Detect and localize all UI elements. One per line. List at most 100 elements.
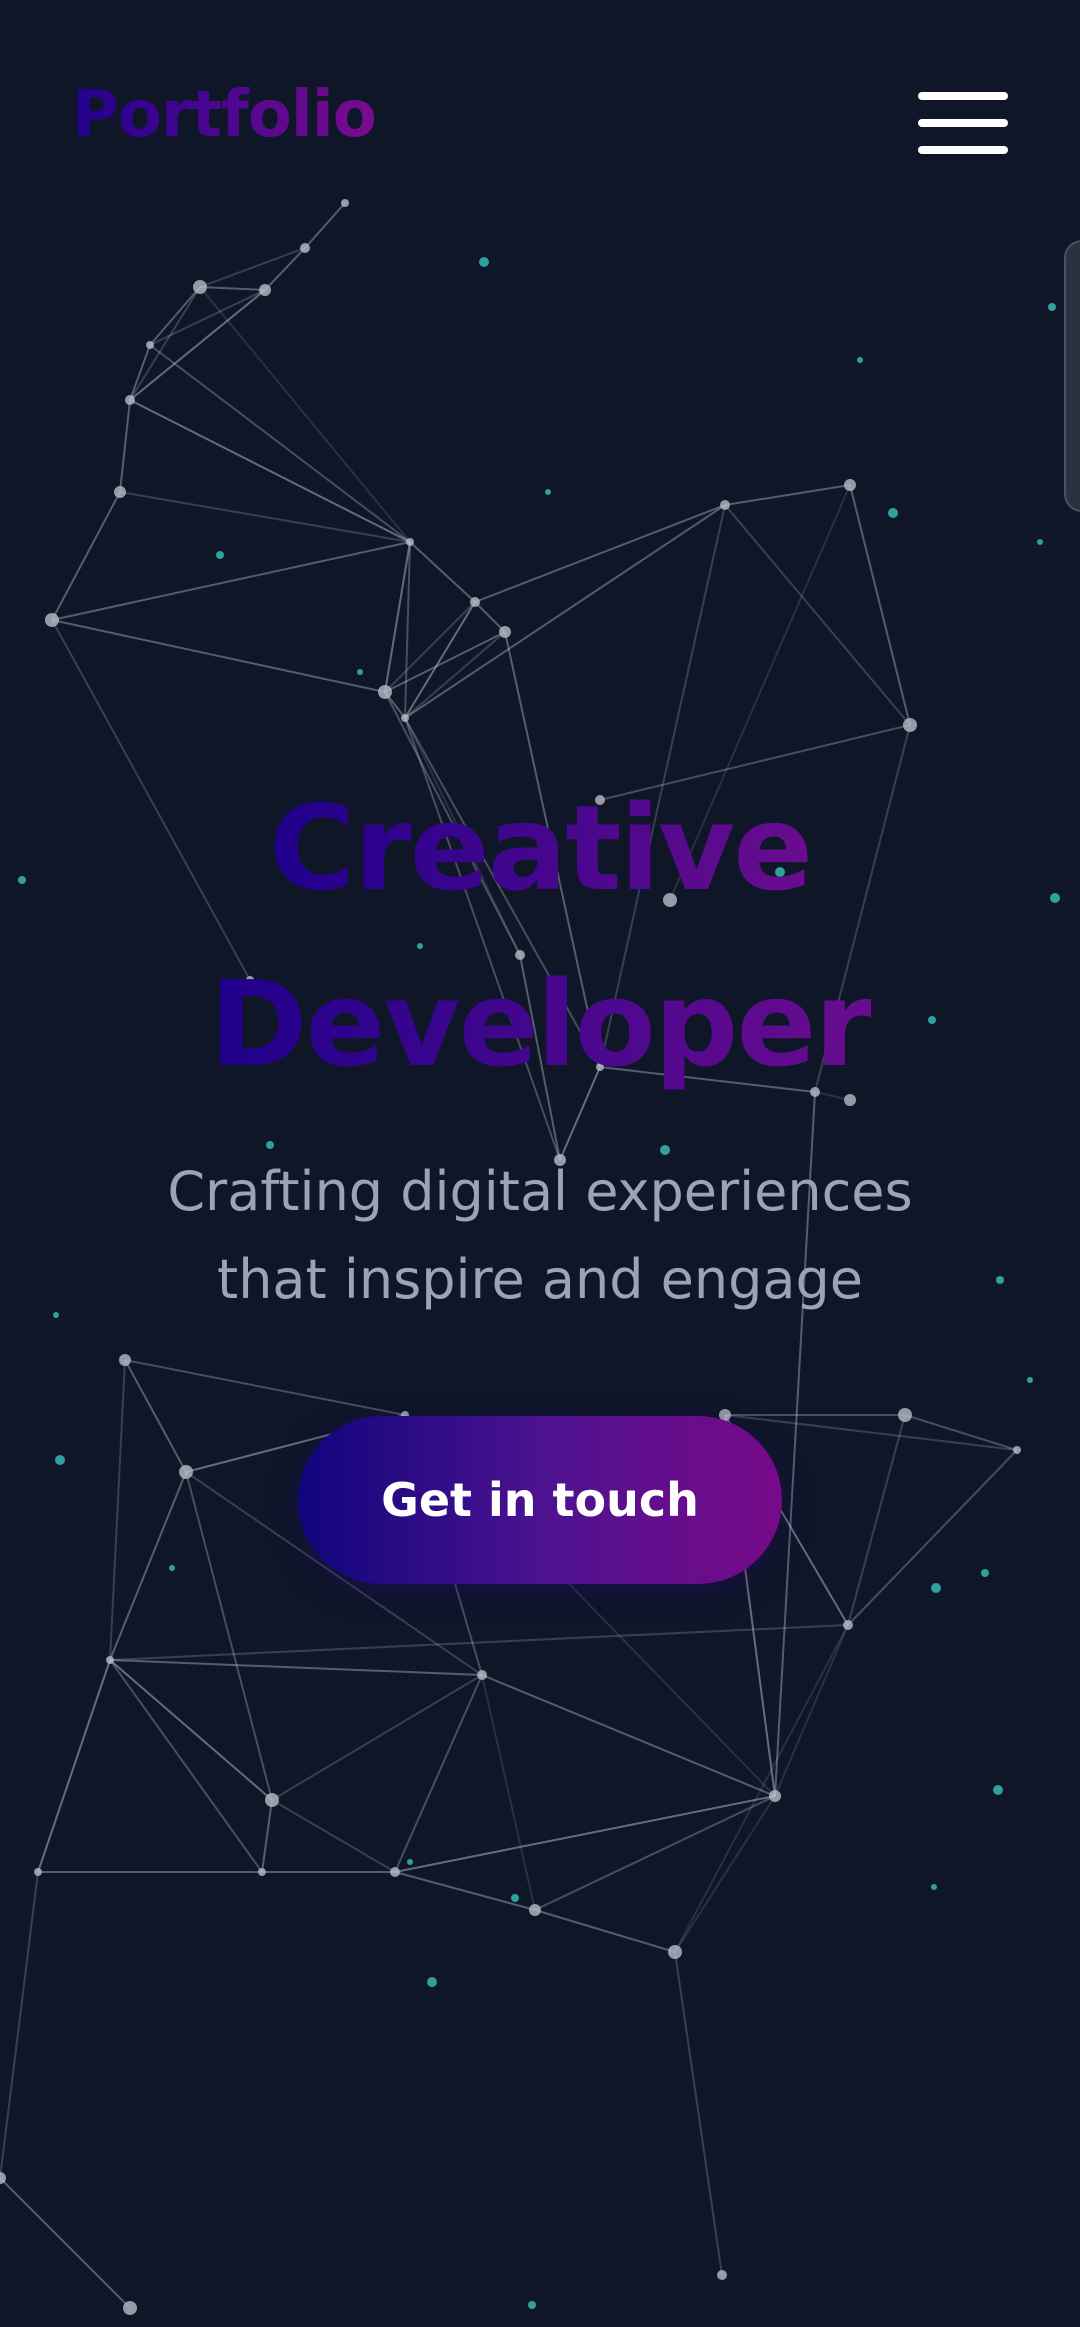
network-node: [341, 199, 349, 207]
network-line: [51, 619, 386, 693]
portfolio-logo[interactable]: Portfolio: [72, 78, 377, 152]
network-node: [499, 626, 511, 638]
network-node: [193, 280, 207, 294]
network-node: [529, 1904, 541, 1916]
network-line: [724, 1414, 1018, 1451]
network-line: [199, 247, 306, 288]
glow-particle: [1037, 539, 1043, 545]
network-node: [300, 243, 310, 253]
network-line: [149, 286, 201, 346]
menu-bar-top: [918, 92, 1008, 100]
hero-title-line-2: Developer: [209, 936, 872, 1112]
glow-particle: [55, 1455, 65, 1465]
glow-particle: [53, 1312, 59, 1318]
network-line: [271, 1674, 483, 1801]
network-line: [394, 1795, 776, 1873]
network-line: [847, 1449, 1018, 1626]
network-node: [258, 1868, 266, 1876]
network-line: [904, 1414, 1018, 1451]
glow-particle: [169, 1565, 175, 1571]
network-node: [45, 613, 59, 627]
hero-title: Creative Developer: [0, 760, 1080, 1112]
network-line: [37, 1659, 111, 1873]
network-node: [390, 1867, 400, 1877]
network-node: [717, 2270, 727, 2280]
network-line: [149, 344, 411, 543]
network-node: [259, 284, 271, 296]
network-node: [668, 1945, 682, 1959]
hero-subtitle-line-1: Crafting digital experiences: [167, 1160, 913, 1223]
network-line: [394, 1674, 483, 1873]
glow-particle: [528, 2301, 536, 2309]
network-line: [847, 1414, 906, 1626]
glow-particle: [216, 551, 224, 559]
network-node: [470, 597, 480, 607]
network-line: [129, 286, 201, 401]
network-line: [394, 1871, 536, 1911]
menu-bar-bottom: [918, 146, 1008, 154]
network-node: [265, 1793, 279, 1807]
network-node: [106, 1656, 114, 1664]
glow-particle: [888, 508, 898, 518]
glow-particle: [931, 1884, 937, 1890]
glow-particle: [931, 1583, 941, 1593]
network-node: [146, 341, 154, 349]
network-node: [123, 2301, 137, 2315]
network-line: [109, 1659, 273, 1801]
hero-title-line-1: Creative: [269, 760, 813, 936]
glow-particle: [511, 1894, 519, 1902]
network-line: [119, 491, 411, 543]
network-line: [199, 286, 411, 543]
menu-bar-middle: [918, 119, 1008, 127]
get-in-touch-button[interactable]: Get in touch: [298, 1416, 782, 1584]
network-line: [261, 1799, 273, 1873]
network-line: [774, 1624, 849, 1797]
network-line: [409, 541, 476, 603]
network-node: [119, 1354, 131, 1366]
network-node: [844, 479, 856, 491]
network-node: [1013, 1446, 1021, 1454]
network-line: [0, 1871, 39, 2179]
network-node: [903, 718, 917, 732]
network-line: [404, 601, 476, 719]
glow-particle: [357, 669, 363, 675]
network-node: [769, 1790, 781, 1802]
network-line: [724, 484, 851, 506]
network-node: [406, 538, 414, 546]
network-line: [124, 1359, 187, 1473]
side-drawer-handle[interactable]: [1064, 240, 1080, 512]
network-line: [481, 1674, 536, 1911]
glow-particle: [427, 1977, 437, 1987]
network-node: [898, 1408, 912, 1422]
network-line: [109, 1659, 263, 1873]
network-line: [264, 247, 306, 291]
glow-particle: [545, 489, 551, 495]
hero-subtitle-line-2: that inspire and engage: [217, 1248, 863, 1311]
glow-particle: [1048, 303, 1056, 311]
network-node: [401, 714, 409, 722]
network-line: [534, 1909, 676, 1953]
network-line: [474, 601, 506, 633]
glow-particle: [407, 1859, 413, 1865]
hamburger-menu-icon[interactable]: [918, 90, 1008, 158]
network-line: [109, 1624, 849, 1661]
network-line: [404, 504, 726, 719]
hero-subtitle: Crafting digital experiences that inspir…: [80, 1148, 1000, 1324]
glow-particle: [857, 357, 863, 363]
network-line: [304, 202, 346, 249]
glow-particle: [479, 257, 489, 267]
network-node: [125, 395, 135, 405]
network-line: [199, 286, 266, 291]
network-node: [477, 1670, 487, 1680]
glow-particle: [993, 1785, 1003, 1795]
network-line: [129, 399, 411, 543]
network-line: [51, 541, 411, 621]
network-line: [124, 1359, 406, 1416]
network-line: [109, 1471, 187, 1661]
network-line: [109, 1659, 483, 1676]
network-line: [674, 1624, 849, 1953]
network-node: [378, 685, 392, 699]
network-node: [843, 1620, 853, 1630]
glow-particle: [981, 1569, 989, 1577]
network-line: [109, 1359, 126, 1661]
